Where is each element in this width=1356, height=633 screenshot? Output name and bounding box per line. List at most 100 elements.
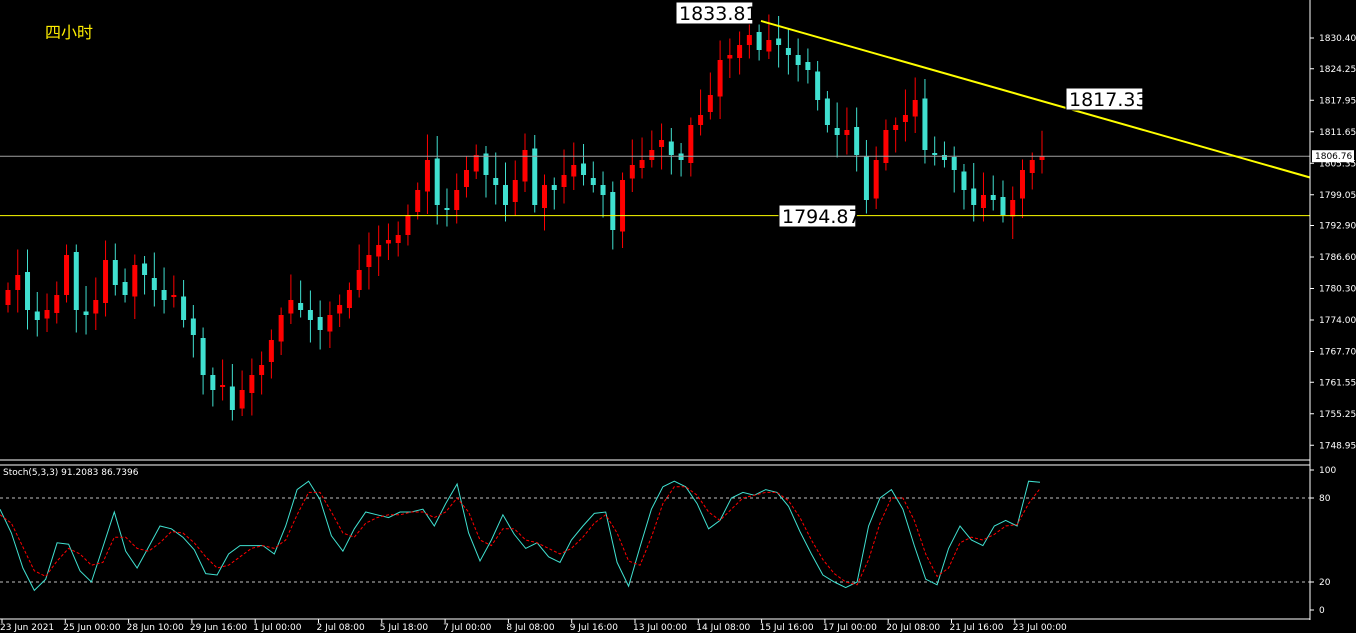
period-label: 四小时 bbox=[45, 23, 93, 42]
bear-candle bbox=[532, 148, 538, 205]
bull-candle bbox=[346, 290, 352, 308]
bear-candle bbox=[190, 318, 196, 335]
bear-candle bbox=[200, 338, 206, 375]
bull-candle bbox=[15, 275, 21, 290]
price-tick-label: 1774.00 bbox=[1319, 316, 1356, 326]
time-tick-label: 21 Jul 16:00 bbox=[950, 623, 1004, 633]
time-tick-label: 17 Jul 00:00 bbox=[823, 623, 877, 633]
bull-candle bbox=[1010, 200, 1016, 217]
bull-candle bbox=[385, 240, 391, 244]
time-tick-label: 8 Jul 08:00 bbox=[506, 623, 555, 633]
bull-candle bbox=[902, 115, 908, 122]
price-tick-label: 1748.95 bbox=[1319, 441, 1356, 451]
time-tick-label: 2 Jul 08:00 bbox=[317, 623, 366, 633]
bull-candle bbox=[688, 125, 694, 163]
bull-candle bbox=[620, 180, 626, 232]
bear-candle bbox=[805, 62, 811, 70]
bear-candle bbox=[756, 32, 762, 50]
bull-candle bbox=[542, 185, 548, 208]
bull-candle bbox=[454, 190, 460, 210]
bull-candle bbox=[259, 365, 265, 375]
bull-candle bbox=[980, 195, 986, 208]
bear-candle bbox=[932, 153, 938, 155]
bull-candle bbox=[893, 125, 899, 130]
support-callout: 1794.87 bbox=[782, 206, 861, 228]
bull-candle bbox=[717, 60, 723, 97]
time-tick-label: 25 Jun 00:00 bbox=[63, 623, 120, 633]
time-tick-label: 5 Jul 18:00 bbox=[380, 623, 429, 633]
bear-candle bbox=[551, 185, 557, 190]
bear-candle bbox=[502, 185, 508, 205]
bear-candle bbox=[961, 171, 967, 190]
bull-candle bbox=[698, 115, 704, 125]
time-tick-label: 29 Jun 16:00 bbox=[190, 623, 247, 633]
chart-background bbox=[0, 0, 1356, 633]
bear-candle bbox=[34, 311, 40, 320]
bull-candle bbox=[249, 375, 255, 393]
price-tick-label: 1824.25 bbox=[1319, 65, 1356, 75]
bull-candle bbox=[64, 255, 70, 295]
bull-candle bbox=[561, 175, 567, 187]
bear-candle bbox=[971, 188, 977, 205]
bear-candle bbox=[229, 386, 235, 410]
bull-candle bbox=[873, 160, 879, 199]
bull-candle bbox=[707, 95, 713, 112]
time-tick-label: 15 Jul 16:00 bbox=[760, 623, 814, 633]
bear-candle bbox=[493, 178, 499, 185]
bull-candle bbox=[395, 235, 401, 243]
time-tick-label: 1 Jul 00:00 bbox=[253, 623, 302, 633]
bear-candle bbox=[678, 153, 684, 160]
bear-candle bbox=[668, 141, 674, 155]
bull-candle bbox=[512, 180, 518, 202]
time-tick-label: 23 Jul 00:00 bbox=[1013, 623, 1067, 633]
time-tick-label: 7 Jul 00:00 bbox=[443, 623, 492, 633]
time-tick-label: 14 Jul 08:00 bbox=[696, 623, 750, 633]
bear-candle bbox=[785, 48, 791, 55]
bull-candle bbox=[376, 245, 382, 257]
stochastic-title: Stoch(5,3,3) 91.2083 86.7396 bbox=[3, 468, 139, 478]
bull-candle bbox=[268, 340, 274, 362]
price-tick-label: 1811.65 bbox=[1319, 128, 1356, 138]
bull-candle bbox=[220, 385, 226, 387]
bear-candle bbox=[854, 127, 860, 155]
time-tick-label: 23 Jun 2021 bbox=[0, 623, 54, 633]
bear-candle bbox=[863, 156, 869, 200]
bear-candle bbox=[25, 272, 31, 310]
price-tick-label: 1805.35 bbox=[1319, 159, 1356, 169]
bear-candle bbox=[210, 375, 216, 390]
bear-candle bbox=[824, 98, 830, 125]
bear-candle bbox=[990, 195, 996, 200]
bull-candle bbox=[1019, 170, 1025, 199]
time-tick-label: 20 Jul 08:00 bbox=[886, 623, 940, 633]
chart-canvas: 1806.761833.811817.331794.87 1830.401824… bbox=[0, 0, 1356, 633]
bull-candle bbox=[356, 270, 362, 290]
bear-candle bbox=[151, 278, 157, 290]
bull-candle bbox=[1039, 156, 1045, 160]
bear-candle bbox=[317, 317, 323, 330]
bull-candle bbox=[54, 295, 60, 313]
bull-candle bbox=[239, 390, 245, 409]
time-tick-label: 9 Jul 16:00 bbox=[570, 623, 619, 633]
bull-candle bbox=[171, 295, 177, 297]
bull-candle bbox=[659, 140, 665, 147]
bear-candle bbox=[112, 260, 118, 285]
high-callout: 1833.81 bbox=[679, 3, 758, 25]
price-tick-label: 1755.25 bbox=[1319, 410, 1356, 420]
bull-candle bbox=[737, 45, 743, 58]
bull-candle bbox=[44, 310, 50, 319]
bull-candle bbox=[912, 100, 918, 117]
bull-candle bbox=[473, 155, 479, 172]
bull-candle bbox=[327, 315, 333, 332]
bull-candle bbox=[415, 190, 421, 212]
bull-candle bbox=[337, 305, 343, 314]
bear-candle bbox=[795, 55, 801, 65]
bear-candle bbox=[1000, 197, 1006, 215]
bull-candle bbox=[629, 165, 635, 179]
bear-candle bbox=[600, 185, 606, 195]
bull-candle bbox=[366, 255, 372, 267]
price-tick-label: 1799.05 bbox=[1319, 191, 1356, 201]
bull-candle bbox=[463, 170, 469, 187]
stoch-tick-label: 0 bbox=[1319, 606, 1325, 616]
bull-candle bbox=[746, 35, 752, 45]
bull-candle bbox=[93, 300, 99, 314]
